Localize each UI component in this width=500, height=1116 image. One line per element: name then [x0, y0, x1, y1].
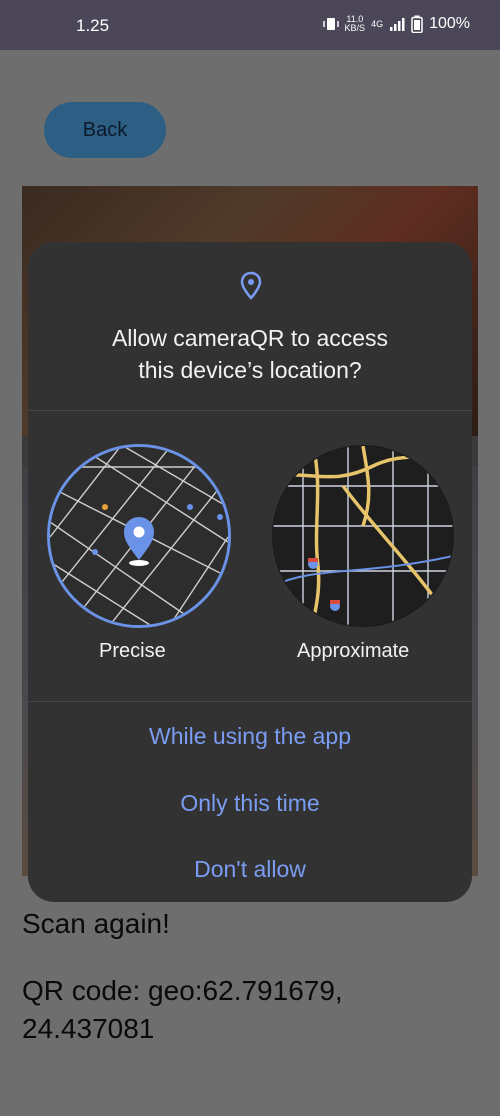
- network-type: 4G: [371, 18, 384, 29]
- vibrate-icon: [322, 18, 339, 30]
- scan-again-text[interactable]: Scan again!: [22, 908, 170, 940]
- status-bar: 1.25 11.0 KB/S 4G 100%: [0, 0, 500, 50]
- qr-result-text: QR code: geo:62.791679, 24.437081: [22, 972, 462, 1048]
- precise-label: Precise: [99, 640, 166, 662]
- dialog-title-line-1: Allow cameraQR to access: [111, 325, 389, 351]
- dialog-divider-top: [28, 410, 472, 411]
- approximate-location-option[interactable]: [272, 445, 454, 627]
- net-speed: 11.0 KB/S: [345, 15, 366, 33]
- precise-map-graphic: [50, 447, 228, 625]
- approximate-map-graphic: [273, 446, 453, 626]
- back-button[interactable]: Back: [44, 102, 166, 158]
- net-speed-unit: KB/S: [344, 23, 366, 33]
- dialog-divider-bottom: [28, 701, 472, 702]
- signal-icon: [390, 18, 405, 31]
- approximate-label: Approximate: [297, 640, 410, 662]
- status-time: 1.25: [76, 16, 110, 35]
- battery-percent: 100%: [429, 15, 470, 32]
- while-using-app-button[interactable]: While using the app: [28, 722, 472, 751]
- qr-result-line-2: 24.437081: [22, 1013, 155, 1044]
- precise-location-option[interactable]: [47, 444, 231, 628]
- only-this-time-button[interactable]: Only this time: [28, 789, 472, 818]
- dont-allow-button[interactable]: Don't allow: [28, 855, 472, 884]
- dialog-title: Allow cameraQR to access this device’s l…: [28, 322, 472, 386]
- location-pin-icon: [240, 271, 262, 300]
- dialog-title-line-2: this device’s location?: [138, 357, 362, 383]
- qr-result-line-1: QR code: geo:62.791679,: [22, 975, 343, 1006]
- status-icons: 11.0 KB/S 4G 100%: [322, 15, 470, 33]
- battery-icon: [411, 15, 423, 33]
